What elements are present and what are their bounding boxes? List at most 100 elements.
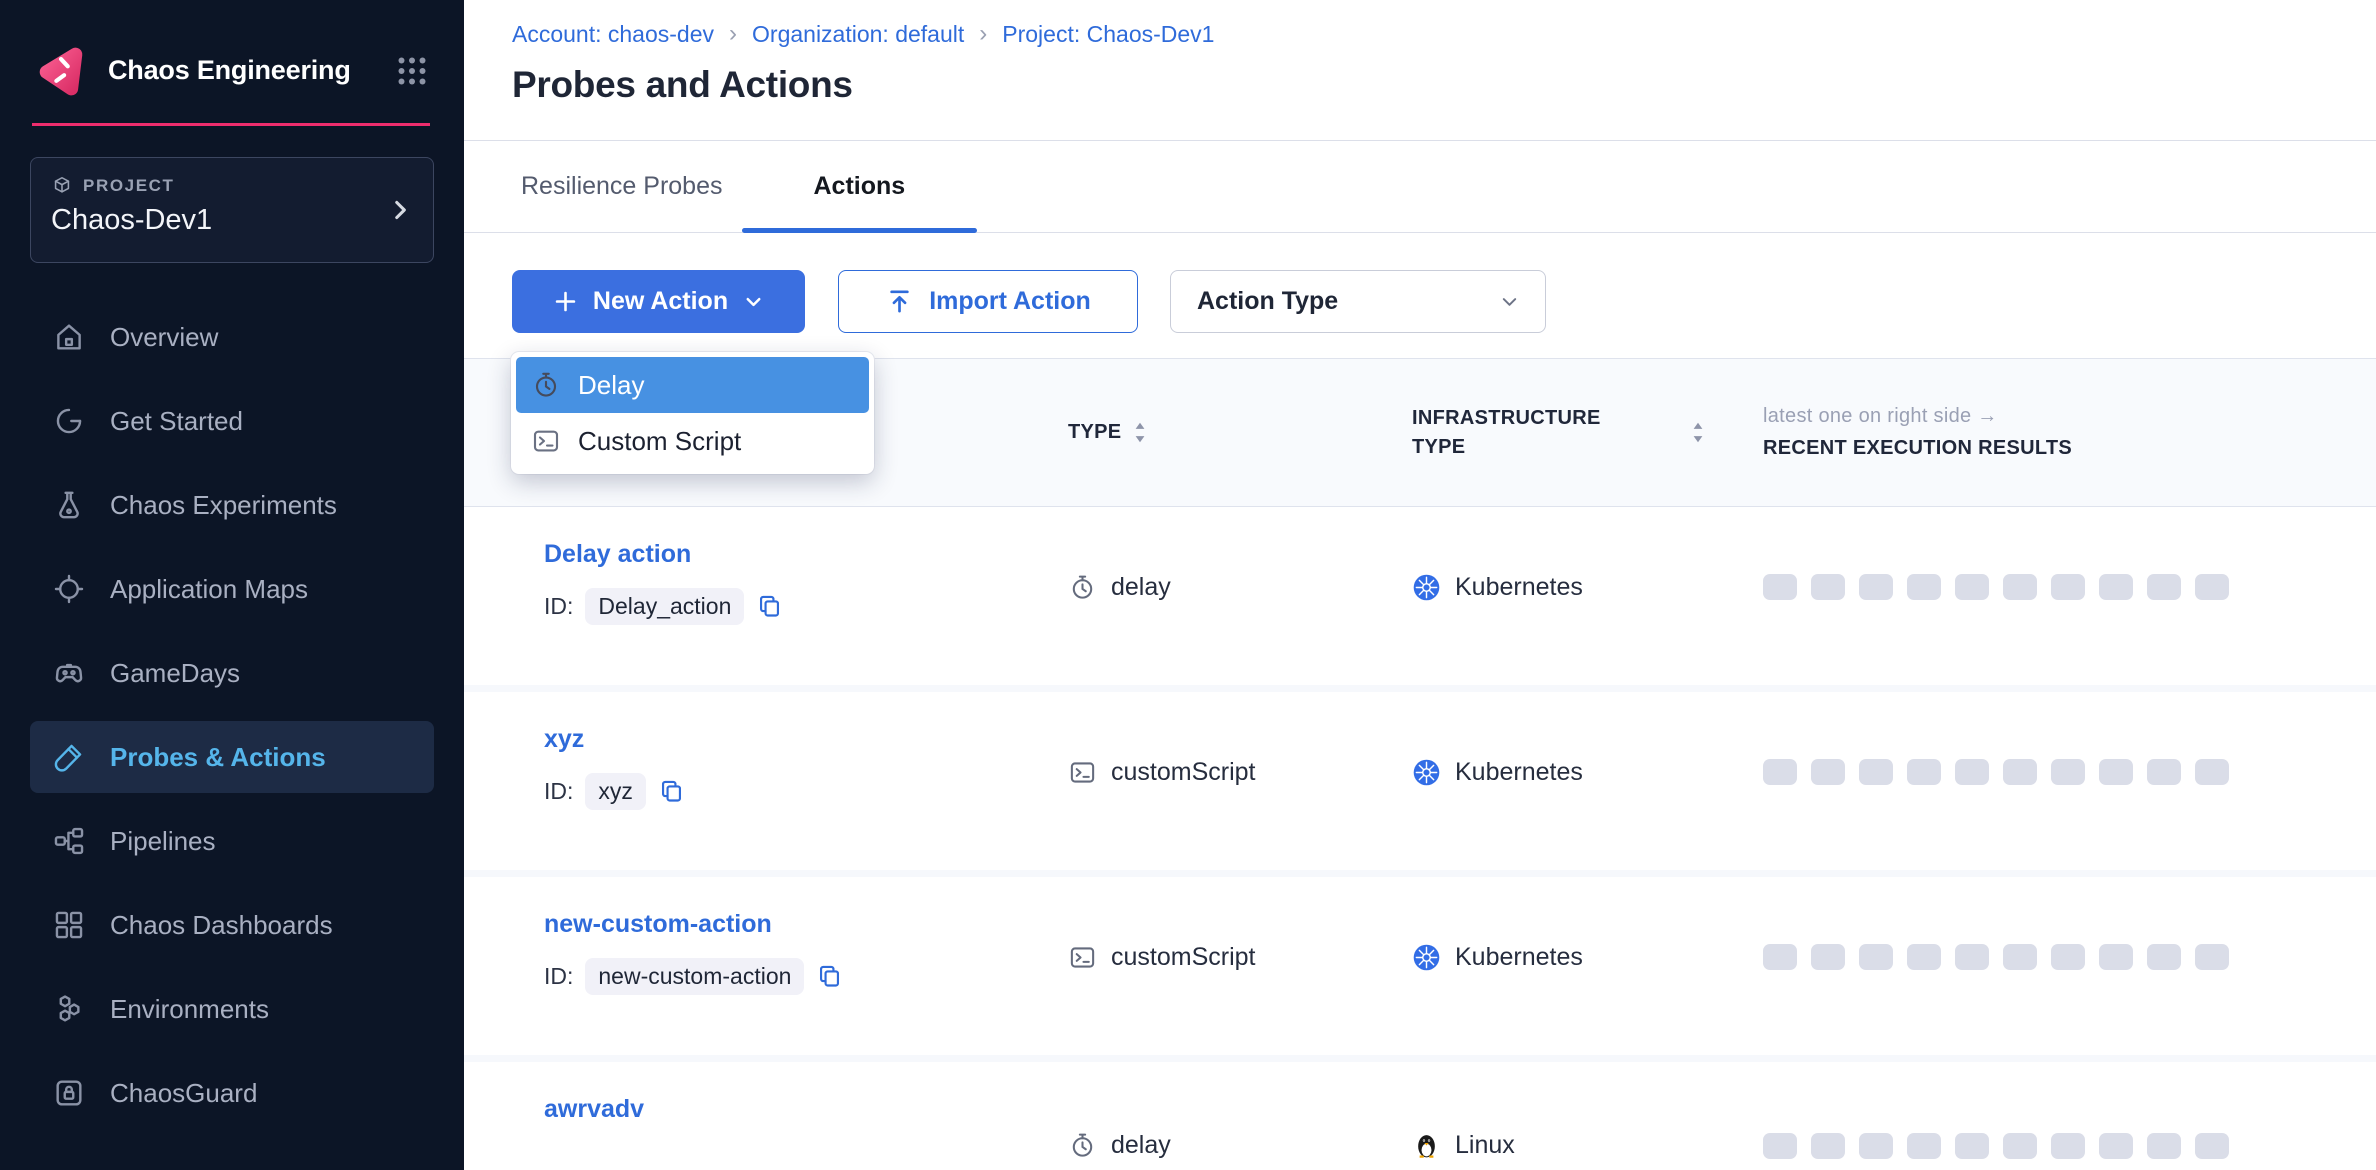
sort-icon[interactable] xyxy=(1133,421,1147,444)
execution-result-placeholder xyxy=(2195,1133,2229,1159)
execution-result-placeholder xyxy=(1763,759,1797,785)
action-name-cell: awrvadv ID: xyxy=(544,1062,1068,1170)
recent-execution-results xyxy=(1763,1133,2203,1159)
tab[interactable]: Actions xyxy=(742,141,978,232)
execution-result-placeholder xyxy=(2099,759,2133,785)
sidebar-item[interactable]: Get Started xyxy=(30,385,434,457)
terminal-icon xyxy=(531,426,561,456)
execution-result-placeholder xyxy=(2099,1133,2133,1159)
sidebar-item-label: Environments xyxy=(110,994,269,1025)
action-name-link[interactable]: new-custom-action xyxy=(544,910,772,939)
action-type-cell: delay xyxy=(1068,1131,1412,1160)
execution-result-placeholder xyxy=(2051,944,2085,970)
chevron-down-icon xyxy=(742,290,765,313)
sidebar-item[interactable]: Pipelines xyxy=(30,805,434,877)
action-name-cell: new-custom-action ID: new-custom-action xyxy=(544,877,1068,1037)
type-column-header: TYPE xyxy=(1068,421,1412,444)
action-type-select[interactable]: Action Type xyxy=(1170,270,1546,333)
recent-execution-results xyxy=(1763,759,2203,785)
breadcrumb-link[interactable]: Organization: default xyxy=(752,21,964,48)
new-action-button[interactable]: New Action xyxy=(512,270,805,333)
actions-table-body: Delay action ID: Delay_action xyxy=(464,507,2376,1170)
project-selector[interactable]: PROJECT Chaos-Dev1 xyxy=(30,157,434,263)
sidebar-item[interactable]: ChaosGuard xyxy=(30,1057,434,1129)
harness-logo-icon xyxy=(34,44,88,98)
breadcrumb-separator-icon xyxy=(979,20,987,48)
flask-icon xyxy=(52,488,86,522)
action-id-chip: Delay_action xyxy=(585,588,744,625)
breadcrumb-separator-icon xyxy=(729,20,737,48)
breadcrumb-link[interactable]: Project: Chaos-Dev1 xyxy=(1002,21,1214,48)
project-name: Chaos-Dev1 xyxy=(51,204,413,237)
target-icon xyxy=(52,572,86,606)
copy-icon[interactable] xyxy=(658,778,685,805)
action-name-link[interactable]: xyz xyxy=(544,725,584,754)
action-id-row: ID: Delay_action xyxy=(544,588,1068,625)
toolbar: New Action Import Action Action Type xyxy=(512,270,2376,333)
kubernetes-icon xyxy=(1412,943,1441,972)
execution-result-placeholder xyxy=(2195,574,2229,600)
tab[interactable]: Resilience Probes xyxy=(521,141,723,232)
kubernetes-icon xyxy=(1412,758,1441,787)
action-id-row: ID: new-custom-action xyxy=(544,958,1068,995)
dropdown-item[interactable]: Custom Script xyxy=(516,413,869,469)
dashboard-icon xyxy=(52,908,86,942)
infrastructure-cell: Kubernetes xyxy=(1412,573,1763,602)
execution-result-placeholder xyxy=(1859,1133,1893,1159)
execution-result-placeholder xyxy=(2051,1133,2085,1159)
breadcrumb-link[interactable]: Account: chaos-dev xyxy=(512,21,714,48)
execution-result-placeholder xyxy=(1955,574,1989,600)
execution-result-placeholder xyxy=(1907,1133,1941,1159)
infrastructure-cell: Kubernetes xyxy=(1412,943,1763,972)
sidebar-item[interactable]: Chaos Dashboards xyxy=(30,889,434,961)
sidebar-item[interactable]: Chaos Experiments xyxy=(30,469,434,541)
action-type-cell: customScript xyxy=(1068,758,1412,787)
sidebar-item[interactable]: Application Maps xyxy=(30,553,434,625)
infrastructure-column-header: INFRASTRUCTURE TYPE xyxy=(1412,404,1763,462)
sort-icon[interactable] xyxy=(1691,421,1705,444)
sidebar-item-label: ChaosGuard xyxy=(110,1078,257,1109)
execution-result-placeholder xyxy=(2099,574,2133,600)
sidebar-item[interactable]: Overview xyxy=(30,301,434,373)
action-name-link[interactable]: awrvadv xyxy=(544,1095,644,1124)
sidebar-item[interactable]: Probes & Actions xyxy=(30,721,434,793)
execution-result-placeholder xyxy=(2147,1133,2181,1159)
sidebar-item-label: Chaos Experiments xyxy=(110,490,337,521)
copy-icon[interactable] xyxy=(816,963,843,990)
sidebar-item[interactable]: GameDays xyxy=(30,637,434,709)
cube-icon xyxy=(51,175,73,197)
execution-result-placeholder xyxy=(2195,759,2229,785)
execution-result-placeholder xyxy=(2051,574,2085,600)
tab-bar: Resilience Probes Actions xyxy=(464,141,2376,233)
dropdown-item-label: Delay xyxy=(578,370,644,401)
chevron-right-icon xyxy=(387,197,413,223)
plus-icon xyxy=(552,288,579,315)
execution-result-placeholder xyxy=(2195,944,2229,970)
dropdown-item[interactable]: Delay xyxy=(516,357,869,413)
pipeline-icon xyxy=(52,824,86,858)
home-icon xyxy=(52,320,86,354)
table-row: xyz ID: xyz xyxy=(464,692,2376,877)
execution-result-placeholder xyxy=(1859,944,1893,970)
execution-result-placeholder xyxy=(1859,574,1893,600)
action-name-link[interactable]: Delay action xyxy=(544,540,691,569)
app-grid-icon[interactable] xyxy=(394,53,430,89)
execution-result-placeholder xyxy=(2003,944,2037,970)
copy-icon[interactable] xyxy=(756,593,783,620)
execution-result-placeholder xyxy=(1763,1133,1797,1159)
execution-result-placeholder xyxy=(1763,944,1797,970)
sidebar-item-label: Application Maps xyxy=(110,574,308,605)
main-content: Account: chaos-dev Organization: default… xyxy=(464,0,2376,1170)
execution-result-placeholder xyxy=(2147,574,2181,600)
execution-result-placeholder xyxy=(2003,1133,2037,1159)
table-row: Delay action ID: Delay_action xyxy=(464,507,2376,692)
dropdown-item-label: Custom Script xyxy=(578,426,741,457)
import-action-button[interactable]: Import Action xyxy=(838,270,1138,333)
execution-result-placeholder xyxy=(2003,759,2037,785)
table-row: awrvadv ID: xyxy=(464,1062,2376,1170)
brand-title: Chaos Engineering xyxy=(108,55,394,86)
action-name-cell: xyz ID: xyz xyxy=(544,692,1068,852)
execution-result-placeholder xyxy=(1763,574,1797,600)
sidebar-item[interactable]: Environments xyxy=(30,973,434,1045)
table-row: new-custom-action ID: new-custom-action xyxy=(464,877,2376,1062)
